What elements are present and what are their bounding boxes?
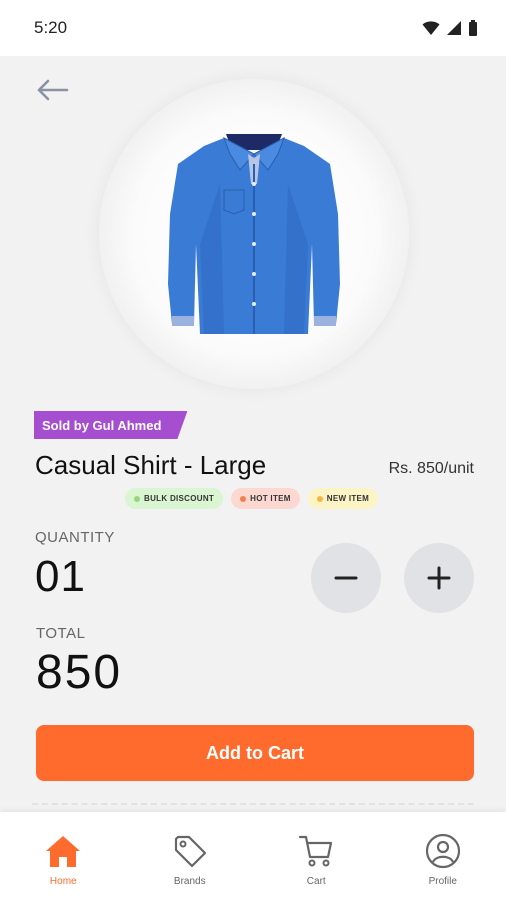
status-icons xyxy=(422,20,478,36)
status-bar: 5:20 xyxy=(0,0,506,56)
dot-icon xyxy=(240,495,247,502)
total-value: 850 xyxy=(36,646,123,699)
badge-label: BULK DISCOUNT xyxy=(144,494,215,503)
nav-label: Home xyxy=(49,876,77,887)
shirt-image xyxy=(168,134,340,334)
signal-icon xyxy=(447,21,461,35)
plus-icon xyxy=(427,566,451,590)
nav-item-brands[interactable]: Brands xyxy=(140,832,240,887)
increase-quantity-button[interactable] xyxy=(404,543,474,613)
badge-hot-item: HOT ITEM xyxy=(231,488,300,509)
tag-icon xyxy=(172,832,208,870)
badge-label: HOT ITEM xyxy=(250,494,291,503)
quantity-label: QUANTITY xyxy=(35,529,115,546)
dot-icon xyxy=(316,495,323,502)
decrease-quantity-button[interactable] xyxy=(311,543,381,613)
product-price: Rs. 850/unit xyxy=(388,460,474,477)
add-to-cart-button[interactable]: Add to Cart xyxy=(36,725,474,781)
profile-icon xyxy=(425,832,461,870)
status-time: 5:20 xyxy=(34,18,68,37)
cart-icon xyxy=(298,832,334,870)
nav-item-cart[interactable]: Cart xyxy=(266,832,366,887)
nav-label: Cart xyxy=(306,876,326,887)
bottom-nav: Home Brands Cart Profile xyxy=(0,812,506,900)
seller-tag: Sold by Gul Ahmed xyxy=(34,411,187,439)
back-button[interactable] xyxy=(32,72,72,108)
badge-label: NEW ITEM xyxy=(326,494,370,503)
badge-bulk-discount: BULK DISCOUNT xyxy=(125,488,224,509)
battery-icon xyxy=(469,20,477,36)
total-label: TOTAL xyxy=(36,625,86,642)
divider xyxy=(32,803,474,805)
product-title: Casual Shirt - Large xyxy=(35,450,267,480)
wifi-icon xyxy=(422,21,440,35)
nav-item-home[interactable]: Home xyxy=(13,832,113,887)
nav-label: Brands xyxy=(173,876,206,887)
badge-list: BULK DISCOUNT HOT ITEM NEW ITEM xyxy=(125,488,379,509)
quantity-value: 01 xyxy=(35,552,86,601)
badge-new-item: NEW ITEM xyxy=(307,488,379,509)
nav-label: Profile xyxy=(428,876,457,887)
product-image xyxy=(99,79,409,389)
dot-icon xyxy=(134,495,140,502)
minus-icon xyxy=(334,576,358,580)
home-icon xyxy=(43,832,83,870)
nav-item-profile[interactable]: Profile xyxy=(393,832,493,887)
arrow-left-icon xyxy=(37,79,69,101)
